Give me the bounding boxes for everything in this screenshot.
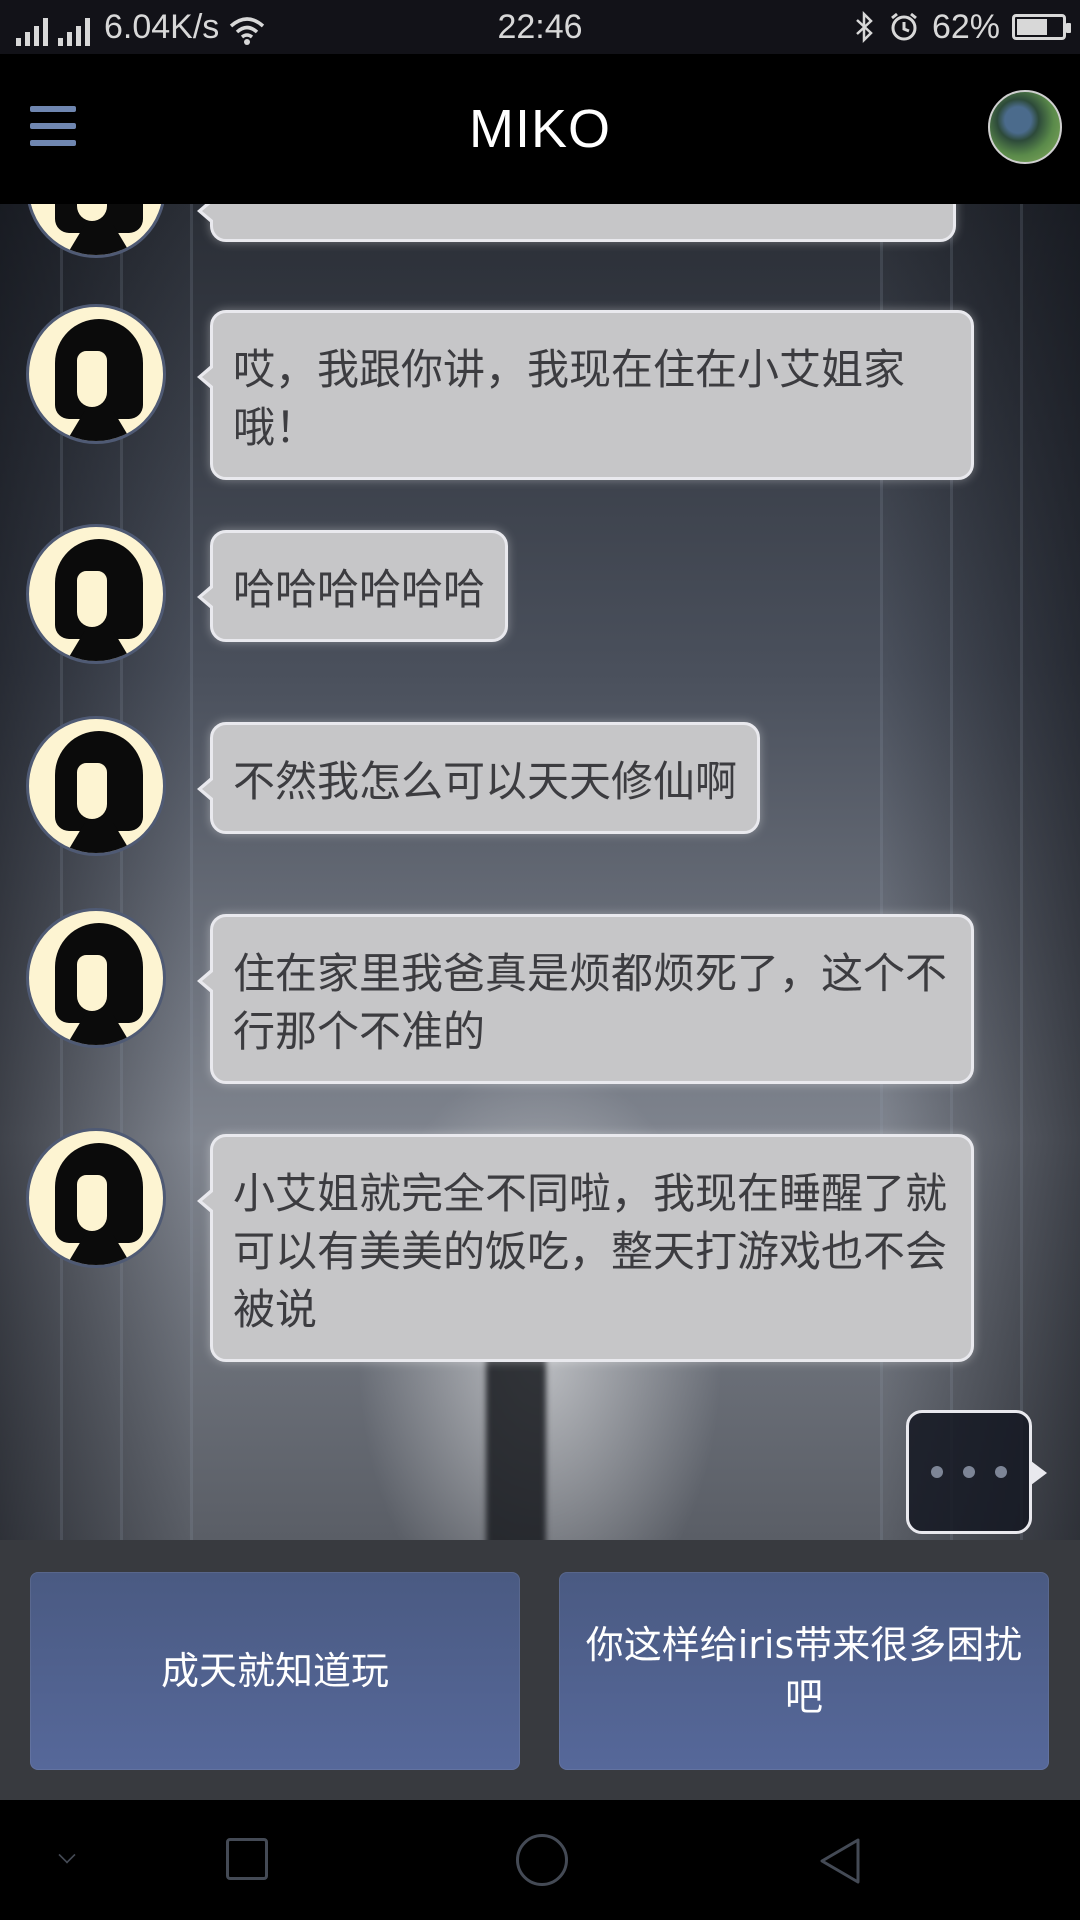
status-bar: 6.04K/s 22:46 62% — [0, 0, 1080, 54]
message-text: 不然我怎么可以天天修仙啊 — [233, 757, 738, 806]
triangle-back-icon[interactable] — [818, 1836, 862, 1886]
circle-icon[interactable] — [516, 1834, 568, 1886]
typing-dot — [963, 1466, 975, 1478]
message-bubble: 哈哈哈哈哈哈 — [196, 530, 509, 642]
profile-avatar[interactable] — [988, 90, 1062, 164]
miko-avatar[interactable] — [26, 524, 166, 664]
message-text: 哈哈哈哈哈哈 — [233, 565, 486, 614]
miko-avatar[interactable] — [26, 1128, 166, 1268]
battery-fill — [1017, 19, 1047, 35]
typing-dot — [995, 1466, 1007, 1478]
reply-options: 成天就知道玩 你这样给iris带来很多困扰吧 — [0, 1540, 1080, 1800]
message-bubble: 小艾姐就完全不同啦，我现在睡醒了就可以有美美的饭吃，整天打游戏也不会被说 — [197, 1134, 974, 1362]
chat-area[interactable]: 哎，我跟你讲，我现在住在小艾姐家哦！ 哈哈哈哈哈哈 不然我怎么可以天天修仙啊 住… — [0, 204, 1080, 1540]
battery-percent: 62% — [931, 8, 1000, 46]
page-title: MIKO — [468, 99, 611, 159]
alarm-icon — [891, 12, 917, 41]
typing-dot — [931, 1466, 943, 1478]
message-bubble: 住在家里我爸真是烦都烦死了，这个不行那个不准的 — [197, 914, 974, 1084]
reply-option-1[interactable]: 成天就知道玩 — [30, 1572, 520, 1770]
chevron-down-icon[interactable] — [58, 1846, 76, 1864]
bluetooth-icon — [856, 11, 873, 43]
message-bubble: 哎，我跟你讲，我现在住在小艾姐家哦！ — [197, 310, 974, 480]
app-header: MIKO — [0, 54, 1080, 204]
message-text: 小艾姐就完全不同啦，我现在睡醒了就可以有美美的饭吃，整天打游戏也不会被说 — [233, 1169, 948, 1334]
message-bubble — [197, 204, 956, 242]
square-icon[interactable] — [226, 1838, 268, 1880]
reply-option-2[interactable]: 你这样给iris带来很多困扰吧 — [559, 1572, 1049, 1770]
message-bubble: 不然我怎么可以天天修仙啊 — [196, 722, 761, 834]
miko-avatar[interactable] — [26, 304, 166, 444]
typing-indicator[interactable] — [906, 1410, 1047, 1534]
navigation-bar — [0, 1800, 1080, 1920]
miko-avatar[interactable] — [26, 204, 166, 258]
battery-icon — [1012, 14, 1071, 40]
miko-avatar[interactable] — [26, 716, 166, 856]
message-text: 哎，我跟你讲，我现在住在小艾姐家哦！ — [233, 345, 906, 452]
miko-avatar[interactable] — [26, 908, 166, 1048]
message-text: 住在家里我爸真是烦都烦死了，这个不行那个不准的 — [233, 949, 948, 1056]
